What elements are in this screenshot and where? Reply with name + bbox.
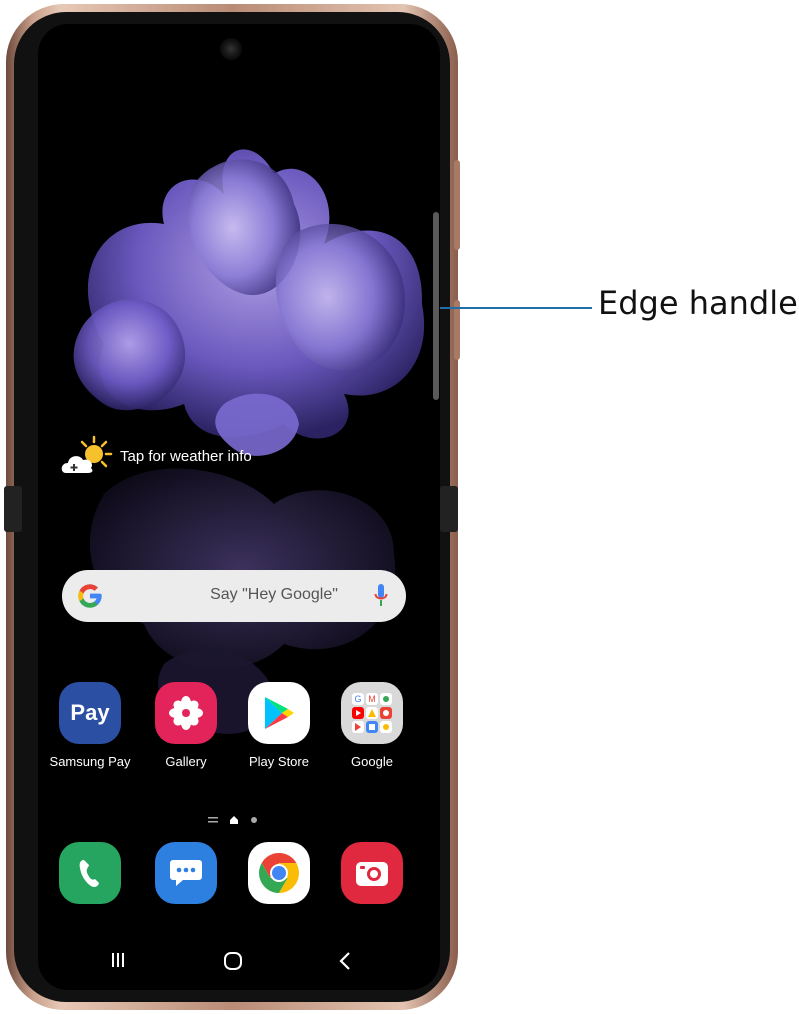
page-indicator-home-icon [230, 816, 238, 824]
power-button [454, 300, 460, 360]
app-label: Samsung Pay [49, 754, 131, 769]
recents-icon[interactable] [110, 951, 126, 969]
svg-text:M: M [368, 694, 376, 704]
search-placeholder: Say "Hey Google" [210, 586, 338, 603]
google-folder-icon: G M [341, 682, 403, 744]
app-label: Gallery [165, 754, 207, 769]
edge-handle-callout: Edge handle [598, 284, 798, 322]
page-indicator-list-icon [208, 817, 218, 823]
edge-handle[interactable] [433, 212, 439, 400]
hinge-right [440, 486, 458, 532]
page-indicator [208, 816, 258, 824]
dock-phone[interactable] [45, 842, 135, 904]
svg-text:G: G [354, 694, 361, 704]
home-screen: Tap for weather info Say "Hey Google" Pa… [38, 24, 440, 990]
samsung-pay-icon: Pay [59, 682, 121, 744]
dock-messages[interactable] [141, 842, 231, 904]
gallery-flower-icon [155, 682, 217, 744]
dock-camera[interactable] [327, 842, 417, 904]
phone-icon [59, 842, 121, 904]
callout-line [440, 307, 592, 309]
chrome-icon [248, 842, 310, 904]
app-label: Google [351, 754, 393, 769]
messages-icon [155, 842, 217, 904]
app-google-folder[interactable]: G M Google [327, 682, 417, 769]
back-icon[interactable] [338, 951, 352, 971]
page-indicator-dot [251, 817, 257, 823]
app-samsung-pay[interactable]: Pay Samsung Pay [45, 682, 135, 769]
volume-button [454, 160, 460, 250]
app-play-store[interactable]: Play Store [234, 682, 324, 769]
hinge-left [4, 486, 22, 532]
app-gallery[interactable]: Gallery [141, 682, 231, 769]
google-search-bar[interactable]: Say "Hey Google" [62, 570, 406, 622]
camera-icon [341, 842, 403, 904]
play-store-icon [248, 682, 310, 744]
front-camera [220, 38, 242, 60]
app-label: Play Store [249, 754, 309, 769]
weather-cloud-sun-icon [61, 435, 113, 473]
home-icon[interactable] [223, 951, 243, 971]
weather-widget[interactable]: Tap for weather info [60, 435, 252, 476]
dock-chrome[interactable] [234, 842, 324, 904]
microphone-icon[interactable] [374, 583, 388, 609]
weather-label: Tap for weather info [120, 447, 252, 465]
